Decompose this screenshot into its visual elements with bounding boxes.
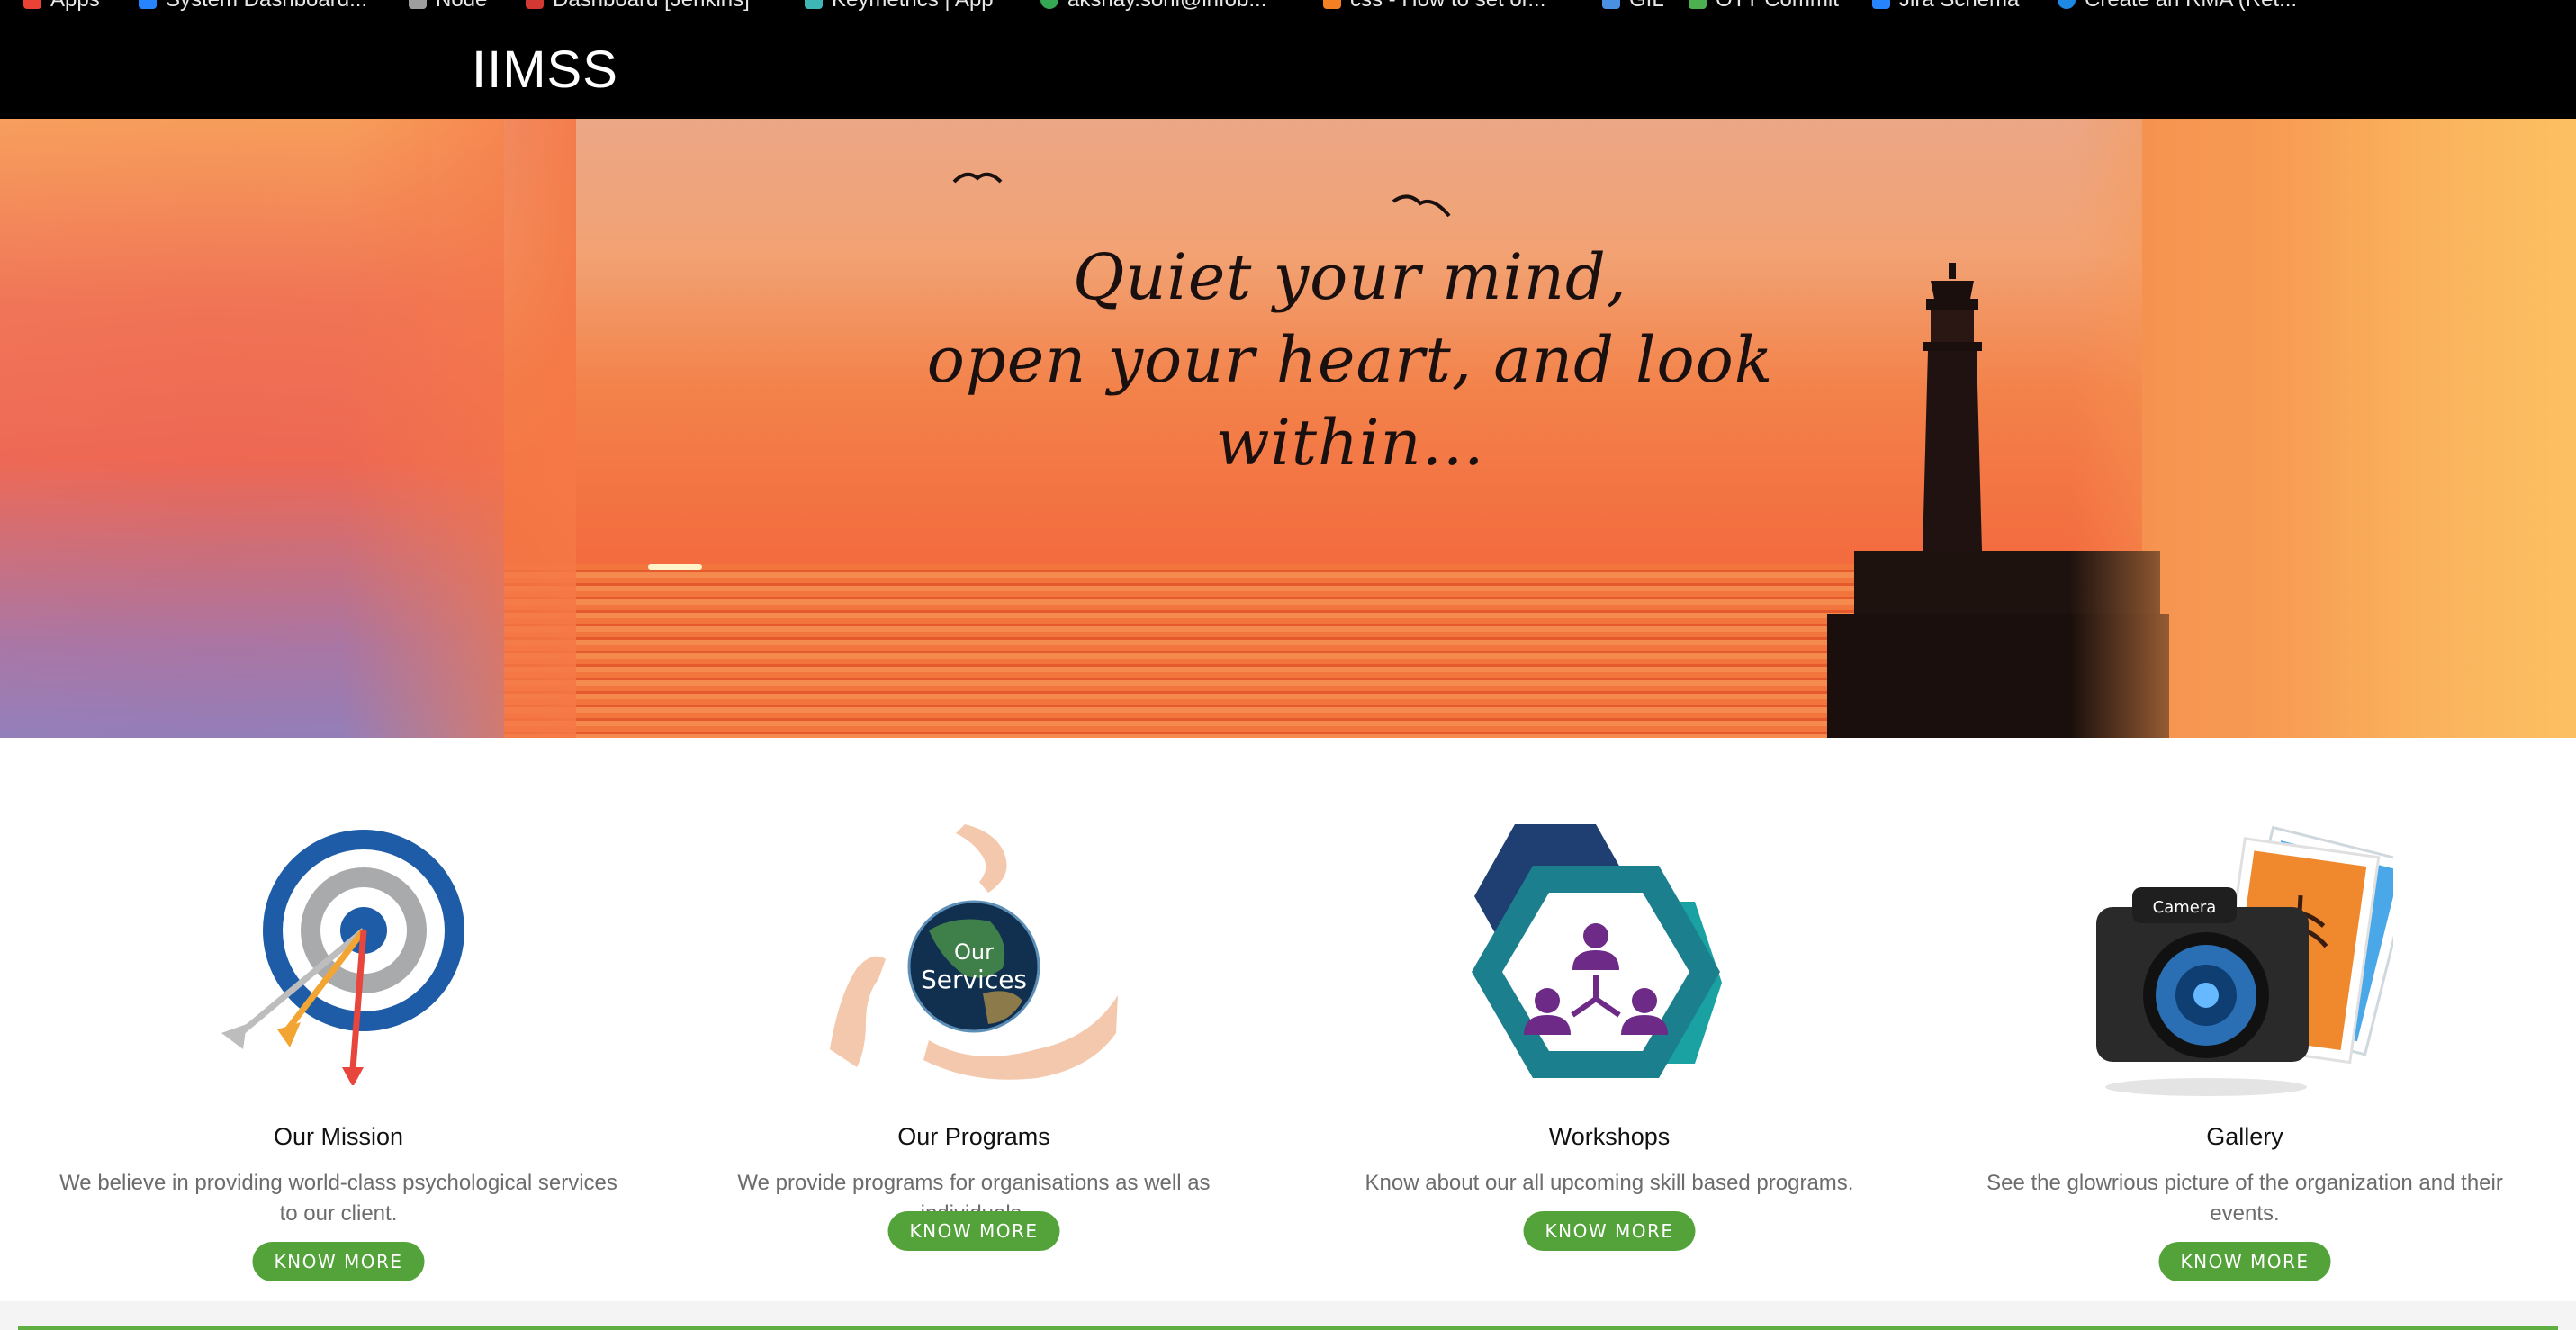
nav-gallery[interactable]: GALLERY (399, 13, 464, 28)
icon-text: Camera (2153, 898, 2217, 917)
jira-icon (139, 0, 157, 9)
bookmark-email[interactable]: akshay.soni@infob... (1040, 0, 1266, 13)
icon-text: Our (954, 939, 994, 965)
nav-blog[interactable]: BLOG (355, 13, 394, 28)
know-more-button[interactable]: KNOW MORE (252, 1242, 425, 1281)
bookmark-gil[interactable]: GIL (1602, 0, 1664, 13)
bookmark-node[interactable]: Node (409, 0, 487, 13)
nav-workshops[interactable]: WORKSHOPS (212, 13, 307, 28)
card-description: See the glowrious picture of the organiz… (1986, 1171, 2503, 1226)
card-description: We believe in providing world-class psyc… (59, 1171, 617, 1226)
card-gallery: Camera Gallery See the glowrious picture… (1939, 738, 2551, 1305)
nav-about-us[interactable]: ABOUT US (47, 13, 121, 28)
card-title: Workshops (1548, 1123, 1671, 1150)
bookmark-stackoverflow[interactable]: css - How to set or... (1323, 0, 1545, 13)
camera-photos-icon: Camera (2096, 824, 2415, 1108)
hero-quote: Quiet your mind, open your heart, and lo… (792, 236, 1908, 484)
card-title: Our Mission (273, 1123, 404, 1150)
hero-quote-line1: Quiet your mind, (1072, 240, 1628, 314)
keymetrics-icon (805, 0, 823, 9)
card-our-programs: Our Services Our Programs We provide pro… (668, 738, 1280, 1305)
bird-icon (1392, 194, 1451, 218)
know-more-button[interactable]: KNOW MORE (2158, 1242, 2331, 1281)
hexagon-people-icon (1461, 824, 1758, 1126)
bookmarks-bar: Apps System Dashboard... Node Dashboard … (0, 0, 2576, 13)
hero-banner: Quiet your mind, open your heart, and lo… (0, 119, 2576, 738)
card-title: Gallery (2206, 1123, 2283, 1150)
jira-icon (1872, 0, 1890, 9)
card-our-mission: Our Mission We believe in providing worl… (32, 738, 644, 1305)
main-nav: HOME ABOUT US PROGRAMS WORKSHOPS TEAM BL… (0, 13, 2576, 29)
bird-icon (952, 172, 1003, 184)
nav-programs[interactable]: PROGRAMS (124, 13, 208, 28)
card-title: Our Programs (897, 1123, 1050, 1150)
commit-icon (1689, 0, 1707, 9)
bookmark-create-rma[interactable]: Create an RMA (Ret... (2058, 0, 2297, 13)
google-icon (1040, 0, 1058, 9)
icon-text: Services (921, 965, 1027, 994)
target-arrows-icon (203, 824, 473, 1090)
nav-home[interactable]: HOME (0, 13, 43, 28)
bookmark-system-dashboard[interactable]: System Dashboard... (139, 0, 367, 13)
gil-icon (1602, 0, 1620, 9)
feature-cards: Our Mission We believe in providing worl… (0, 738, 2576, 1305)
bookmark-jenkins[interactable]: Dashboard [Jenkins] (526, 0, 750, 13)
salesforce-icon (2058, 0, 2076, 9)
card-workshops: Workshops Know about our all upcoming sk… (1303, 738, 1915, 1305)
bookmark-keymetrics[interactable]: Keymetrics | App (805, 0, 994, 13)
footer-divider (18, 1326, 2558, 1330)
site-logo[interactable]: IIMSS (472, 40, 618, 100)
globe-hands-icon: Our Services (830, 824, 1118, 1099)
nav-contact[interactable]: CONTACT (469, 13, 537, 28)
know-more-button[interactable]: KNOW MORE (1523, 1211, 1696, 1251)
bookmark-ott-commit[interactable]: OTT Commit (1689, 0, 1839, 13)
bookmark-apps[interactable]: Apps (23, 0, 100, 13)
site-header: IIMSS HOME ABOUT US PROGRAMS WORKSHOPS T… (0, 13, 2576, 119)
folder-icon (409, 0, 427, 9)
bookmark-jira-schema[interactable]: Jira Schema (1872, 0, 2019, 13)
card-description: Know about our all upcoming skill based … (1365, 1171, 1854, 1195)
apps-icon (23, 0, 41, 9)
hero-quote-line2: open your heart, and look within... (926, 323, 1774, 480)
jenkins-icon (526, 0, 544, 9)
nav-team[interactable]: TEAM (311, 13, 350, 28)
stackoverflow-icon (1323, 0, 1341, 9)
know-more-button[interactable]: KNOW MORE (887, 1211, 1060, 1251)
